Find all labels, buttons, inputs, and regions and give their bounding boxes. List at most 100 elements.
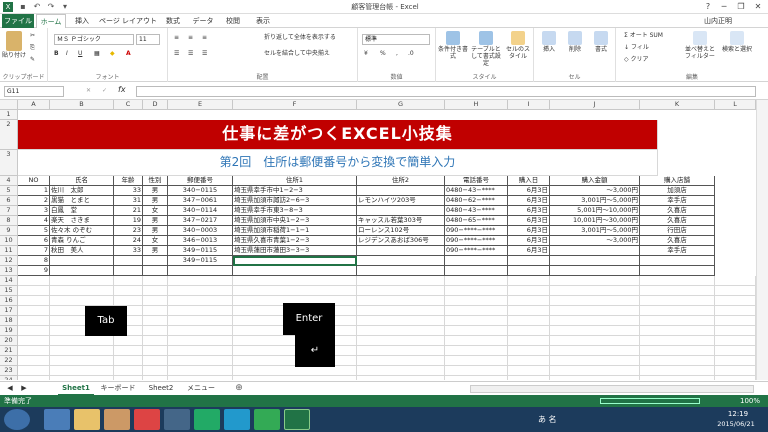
grid-cell[interactable] bbox=[50, 346, 114, 356]
table-cell[interactable] bbox=[357, 186, 445, 196]
underline-button[interactable]: U bbox=[78, 50, 82, 57]
row-header[interactable]: 13 bbox=[0, 266, 18, 276]
table-cell[interactable]: 楽天 さきま bbox=[50, 216, 114, 226]
table-cell[interactable] bbox=[550, 246, 640, 256]
table-cell[interactable]: 6月3日 bbox=[508, 216, 550, 226]
table-cell[interactable]: 〜3,000円 bbox=[550, 186, 640, 196]
tab-formulas[interactable]: 数式 bbox=[160, 14, 186, 28]
tab-page-layout[interactable]: ページ レイアウト bbox=[98, 14, 158, 28]
grid-cell[interactable] bbox=[550, 316, 640, 326]
table-cell[interactable]: 0480−43−**** bbox=[445, 186, 508, 196]
table-cell[interactable] bbox=[357, 246, 445, 256]
table-cell[interactable] bbox=[233, 266, 357, 276]
table-cell[interactable]: 1 bbox=[18, 186, 50, 196]
cut-icon[interactable]: ✂ bbox=[30, 32, 35, 39]
close-button[interactable]: ✕ bbox=[750, 1, 766, 13]
row-header[interactable]: 8 bbox=[0, 216, 18, 226]
grid-cell[interactable] bbox=[168, 316, 233, 326]
grid-cell[interactable] bbox=[18, 356, 50, 366]
table-cell[interactable]: 佐川 太郎 bbox=[50, 186, 114, 196]
table-cell[interactable]: 349−0115 bbox=[168, 246, 233, 256]
table-cell[interactable]: 0480−43−**** bbox=[445, 206, 508, 216]
row-header[interactable]: 17 bbox=[0, 306, 18, 316]
grid-cell[interactable] bbox=[18, 346, 50, 356]
table-cell[interactable] bbox=[143, 266, 168, 276]
italic-button[interactable]: I bbox=[66, 50, 68, 57]
table-cell[interactable]: 6月3日 bbox=[508, 246, 550, 256]
sort-filter-button[interactable]: 並べ替えとフィルター bbox=[682, 31, 718, 60]
table-cell[interactable]: 340−0114 bbox=[168, 206, 233, 216]
merge-center-button[interactable]: セルを結合して中央揃え bbox=[264, 50, 330, 57]
table-cell[interactable]: 〜3,000円 bbox=[550, 236, 640, 246]
confirm-entry-icon[interactable]: ✓ bbox=[102, 87, 107, 94]
copy-icon[interactable]: ⎘ bbox=[30, 44, 35, 51]
grid-cell[interactable] bbox=[168, 366, 233, 376]
table-cell[interactable] bbox=[445, 266, 508, 276]
grid-cell[interactable] bbox=[445, 286, 508, 296]
grid-cell[interactable] bbox=[508, 356, 550, 366]
table-cell[interactable]: 幸手店 bbox=[640, 196, 715, 206]
quick-access-dropdown-icon[interactable]: ▾ bbox=[60, 2, 70, 12]
table-cell[interactable] bbox=[357, 206, 445, 216]
grid-cell[interactable] bbox=[640, 296, 715, 306]
row-header[interactable]: 21 bbox=[0, 346, 18, 356]
column-header-j[interactable]: J bbox=[550, 100, 640, 110]
grid-cell[interactable] bbox=[357, 296, 445, 306]
table-cell[interactable] bbox=[550, 256, 640, 266]
grid-cell[interactable] bbox=[143, 296, 168, 306]
grid-cell[interactable] bbox=[508, 316, 550, 326]
grid-cell[interactable] bbox=[114, 346, 143, 356]
table-cell[interactable] bbox=[357, 266, 445, 276]
column-header-i[interactable]: I bbox=[508, 100, 550, 110]
column-header-g[interactable]: G bbox=[357, 100, 445, 110]
row-header[interactable]: 12 bbox=[0, 256, 18, 266]
delete-cells-button[interactable]: 削除 bbox=[564, 31, 586, 53]
help-button[interactable]: ? bbox=[700, 1, 716, 13]
grid-cell[interactable] bbox=[357, 326, 445, 336]
row-header[interactable]: 14 bbox=[0, 276, 18, 286]
grid-cell[interactable] bbox=[508, 336, 550, 346]
grid-cell[interactable] bbox=[114, 366, 143, 376]
table-cell[interactable]: レモンハイツ203号 bbox=[357, 196, 445, 206]
table-cell[interactable]: 346−0013 bbox=[168, 236, 233, 246]
grid-cell[interactable] bbox=[550, 306, 640, 316]
grid-cell[interactable] bbox=[715, 306, 756, 316]
minimize-button[interactable]: ─ bbox=[716, 1, 732, 13]
grid-cell[interactable] bbox=[50, 356, 114, 366]
table-cell[interactable]: 久喜店 bbox=[640, 206, 715, 216]
table-cell[interactable]: 24 bbox=[114, 236, 143, 246]
table-cell[interactable] bbox=[50, 266, 114, 276]
table-cell[interactable]: 0480−65−**** bbox=[445, 216, 508, 226]
column-header-e[interactable]: E bbox=[168, 100, 233, 110]
table-cell[interactable]: 男 bbox=[143, 226, 168, 236]
cancel-entry-icon[interactable]: ✕ bbox=[86, 87, 91, 94]
grid-cell[interactable] bbox=[143, 306, 168, 316]
grid-cell[interactable] bbox=[168, 336, 233, 346]
grid-cell[interactable] bbox=[143, 376, 168, 380]
grid-cell[interactable] bbox=[508, 276, 550, 286]
table-cell[interactable] bbox=[445, 256, 508, 266]
grid-cell[interactable] bbox=[550, 376, 640, 380]
table-cell[interactable]: 090−****−**** bbox=[445, 236, 508, 246]
grid-cell[interactable] bbox=[640, 326, 715, 336]
next-sheet-icon[interactable]: ▶ bbox=[18, 382, 30, 396]
table-cell[interactable] bbox=[50, 256, 114, 266]
grid-cell[interactable] bbox=[445, 316, 508, 326]
chrome-icon[interactable] bbox=[134, 409, 160, 430]
explorer-icon[interactable] bbox=[74, 409, 100, 430]
grid-cell[interactable] bbox=[143, 316, 168, 326]
grid-cell[interactable] bbox=[143, 336, 168, 346]
grid-cell[interactable] bbox=[143, 346, 168, 356]
prev-sheet-icon[interactable]: ◀ bbox=[4, 382, 16, 396]
grid-cell[interactable] bbox=[50, 276, 114, 286]
table-cell[interactable]: 10,001円〜30,000円 bbox=[550, 216, 640, 226]
table-cell[interactable]: 6 bbox=[18, 236, 50, 246]
format-painter-icon[interactable]: ✎ bbox=[30, 56, 35, 63]
table-cell[interactable] bbox=[508, 256, 550, 266]
grid-cell[interactable] bbox=[50, 286, 114, 296]
grid-cell[interactable] bbox=[18, 336, 50, 346]
grid-cell[interactable] bbox=[508, 296, 550, 306]
align-left-icon[interactable]: ☰ bbox=[174, 50, 179, 57]
table-cell[interactable]: 19 bbox=[114, 216, 143, 226]
table-cell[interactable]: 埼玉県加須市中央1−2−3 bbox=[233, 216, 357, 226]
